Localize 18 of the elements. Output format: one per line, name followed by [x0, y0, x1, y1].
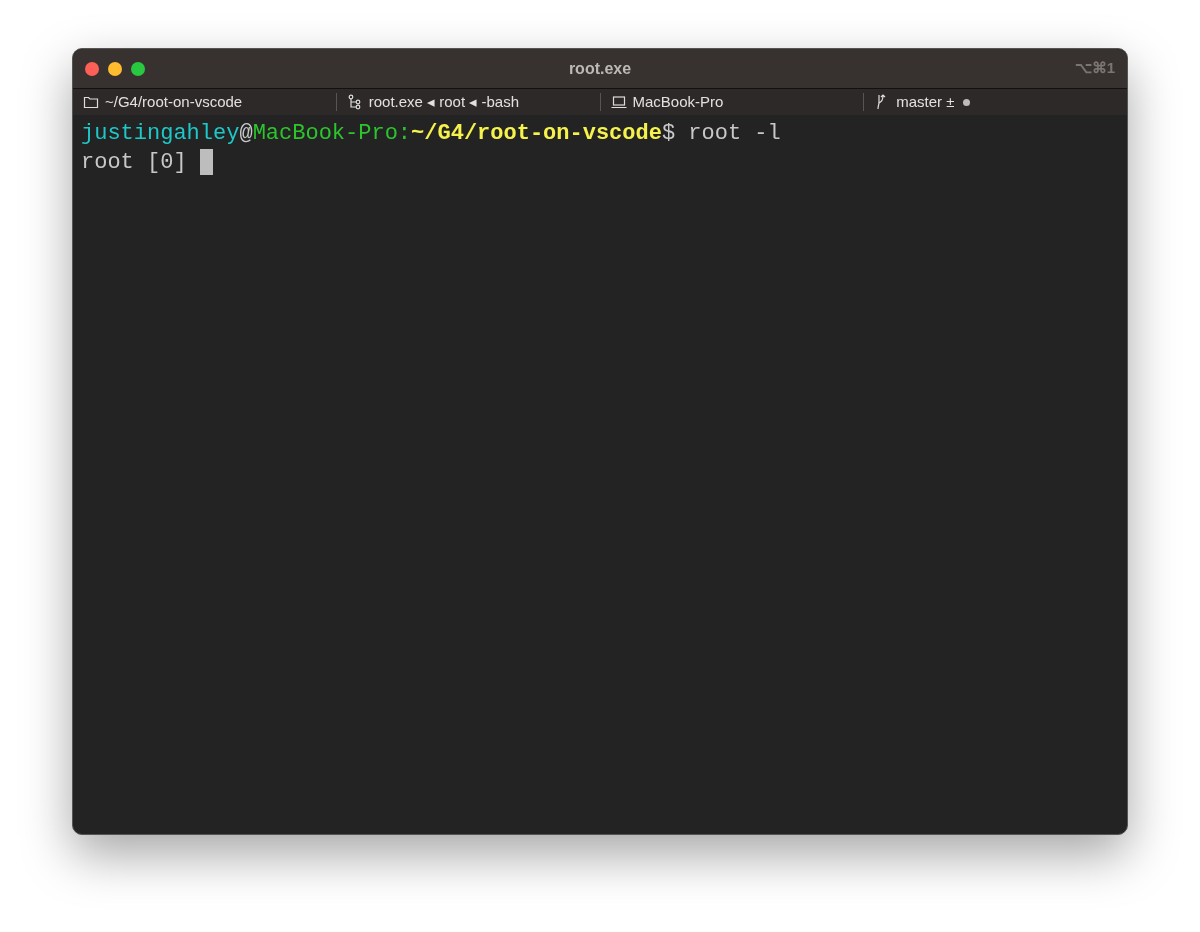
- terminal-text: ~/G4/root-on-vscode: [411, 121, 662, 146]
- keyboard-shortcut: ⌥⌘1: [1074, 58, 1115, 79]
- status-segment-text: ~/G4/root-on-vscode: [105, 91, 243, 112]
- terminal-text: @: [239, 121, 253, 146]
- terminal-text: $ root -l: [661, 121, 781, 146]
- terminal-text: root [0]: [81, 150, 187, 175]
- minimize-button[interactable]: [108, 61, 122, 76]
- zoom-button[interactable]: [131, 61, 145, 76]
- close-button[interactable]: [85, 61, 99, 76]
- laptop-icon: [610, 94, 627, 110]
- process-tree-icon: [346, 94, 363, 110]
- status-segment-text: MacBook-Pro: [632, 91, 724, 112]
- folder-icon: [83, 94, 99, 110]
- terminal-text: MacBook-Pro:: [252, 121, 412, 146]
- window-title: root.exe: [568, 59, 632, 77]
- terminal-text: justingahley: [81, 121, 240, 146]
- status-segment-text: root.exe ◂ root ◂ -bash: [368, 91, 519, 112]
- status-segment-text: master ±: [896, 91, 955, 112]
